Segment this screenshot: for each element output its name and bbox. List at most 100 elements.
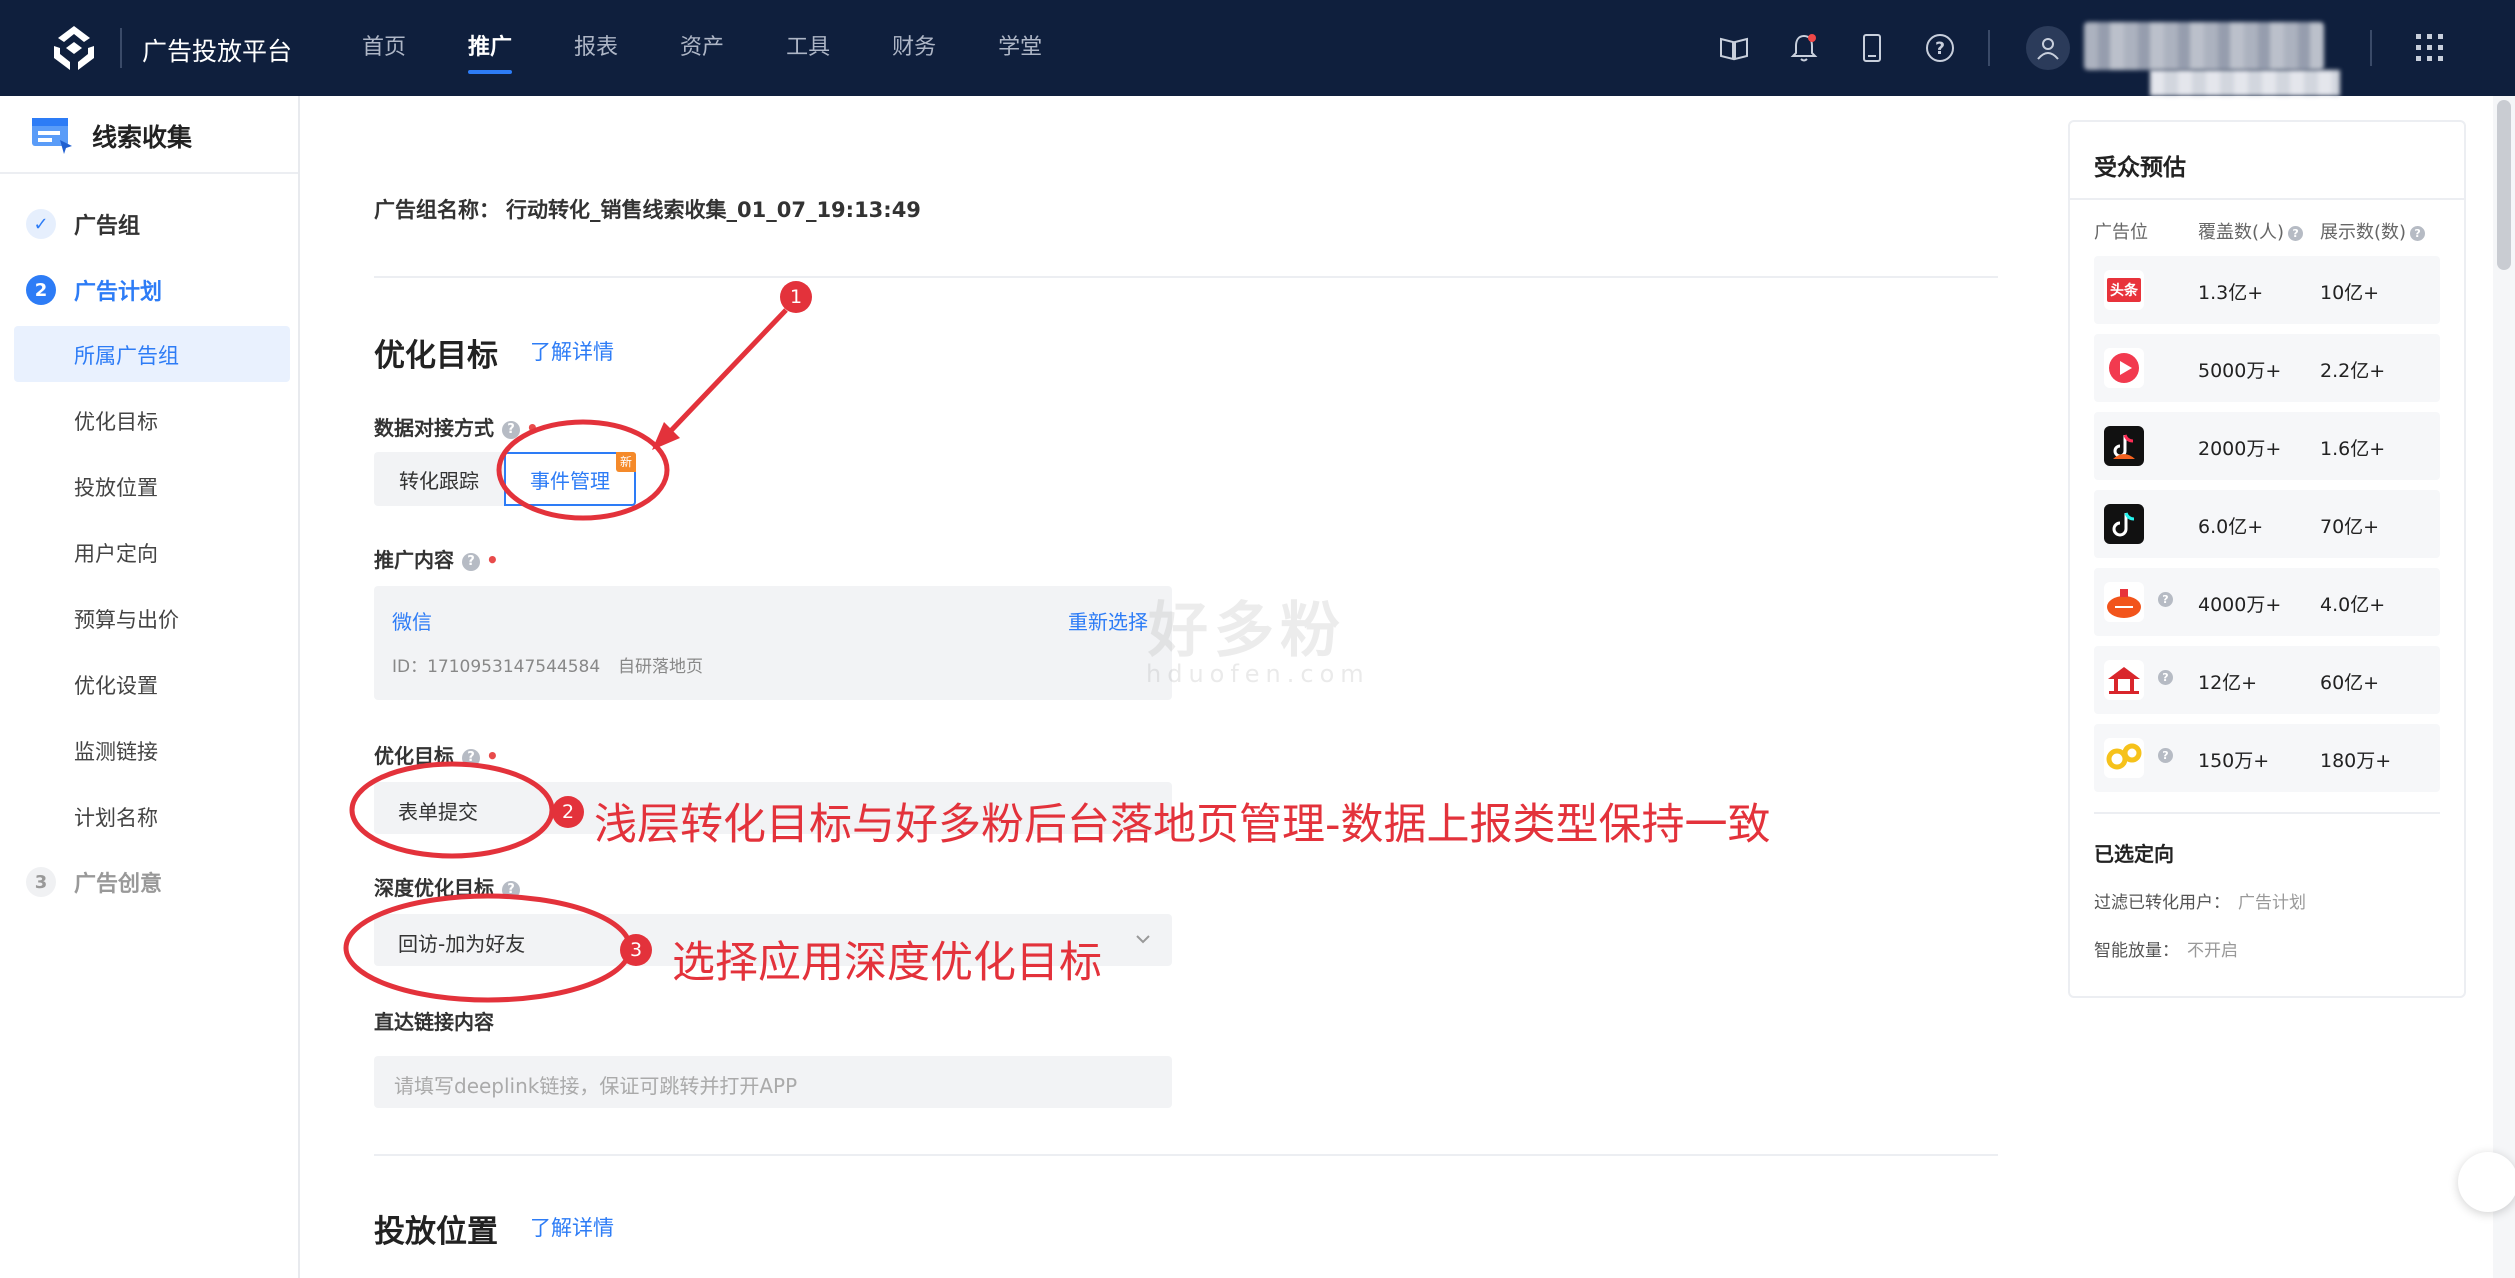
sidebar-item-placement[interactable]: 投放位置: [74, 472, 158, 502]
show-value: 1.6亿+: [2320, 438, 2386, 460]
deeplink-placeholder: 请填写deeplink链接，保证可跳转并打开APP: [394, 1074, 798, 1098]
help-icon[interactable]: ?: [2158, 748, 2173, 763]
nav-finance[interactable]: 财务: [892, 0, 936, 96]
data-method-label: 数据对接方式? •: [374, 412, 539, 441]
deep-goal-label-text: 深度优化目标: [374, 876, 494, 900]
kv-value: 不开启: [2187, 941, 2238, 961]
sidebar-item-targeting[interactable]: 用户定向: [74, 538, 158, 568]
option-event-management[interactable]: 事件管理 新: [504, 452, 636, 506]
step-ad-group[interactable]: ✓ 广告组: [26, 208, 140, 240]
nav-tools[interactable]: 工具: [786, 0, 830, 96]
audience-row: 头条 1.3亿+ 10亿+: [2094, 256, 2440, 324]
learn-more-link[interactable]: 了解详情: [530, 336, 614, 366]
logo-icon[interactable]: [48, 24, 100, 72]
blurred-account: [2150, 70, 2340, 96]
step-ad-plan[interactable]: 2 广告计划: [26, 274, 162, 306]
douyin-icon: [2104, 504, 2144, 544]
col-header-show-text: 展示数(数): [2320, 222, 2407, 243]
divider: [374, 1154, 1998, 1156]
help-icon[interactable]: ?: [2158, 670, 2173, 685]
step-label: 广告计划: [74, 280, 163, 305]
option-label: 事件管理: [530, 468, 610, 493]
placement-learn-more-link[interactable]: 了解详情: [530, 1212, 614, 1242]
new-badge: 新: [616, 452, 636, 472]
sidebar-item-ad-group[interactable]: 所属广告组: [74, 340, 179, 370]
step-label: 广告组: [74, 214, 141, 239]
help-icon[interactable]: ?: [1924, 32, 1956, 64]
chevron-down-icon: [1136, 935, 1150, 944]
sidebar-item-opt-settings[interactable]: 优化设置: [74, 670, 158, 700]
kv-value: 广告计划: [2238, 893, 2306, 913]
sidebar-item-opt-goal[interactable]: 优化目标: [74, 406, 158, 436]
panel-title: 受众预估: [2094, 155, 2186, 181]
top-navbar: 广告投放平台 首页 推广 报表 资产 工具 财务 学堂 ?: [0, 0, 2515, 96]
required-mark: •: [526, 416, 539, 440]
help-icon[interactable]: ?: [2158, 592, 2173, 607]
panel-divider: [2094, 812, 2440, 814]
audience-row: ? 150万+ 180万+: [2094, 724, 2440, 792]
watermark: 好多粉: [1148, 596, 1346, 666]
annotation-badge-1: 1: [780, 281, 812, 313]
apps-grid-icon[interactable]: [2414, 32, 2446, 64]
sidebar-header: 线索收集: [0, 96, 298, 174]
scrollbar-track[interactable]: [2493, 96, 2515, 1278]
selected-targeting-title: 已选定向: [2094, 842, 2174, 866]
blurred-username[interactable]: [2084, 22, 2324, 70]
xigua-icon: [2104, 348, 2144, 388]
user-icon: [2037, 38, 2059, 60]
sidebar-item-plan-name[interactable]: 计划名称: [74, 802, 158, 832]
nav-promote[interactable]: 推广: [468, 0, 513, 96]
annotation-text-3: 选择应用深度优化目标: [672, 938, 1102, 988]
panel-divider: [2070, 198, 2464, 200]
show-value: 70亿+: [2320, 516, 2380, 538]
col-header-show: 展示数(数)?: [2320, 218, 2426, 244]
nav-reports[interactable]: 报表: [574, 0, 618, 96]
nav-academy[interactable]: 学堂: [998, 0, 1042, 96]
step-ad-creative[interactable]: 3 广告创意: [26, 866, 162, 898]
help-icon[interactable]: ?: [462, 552, 480, 571]
bell-icon[interactable]: [1788, 32, 1820, 64]
help-icon[interactable]: ?: [2410, 225, 2426, 241]
help-icon[interactable]: ?: [462, 748, 480, 767]
nav-home[interactable]: 首页: [362, 0, 406, 96]
help-icon[interactable]: ?: [502, 880, 520, 899]
opt-goal-label: 优化目标? •: [374, 740, 499, 769]
audience-row: ? 4000万+ 4.0亿+: [2094, 568, 2440, 636]
deeplink-input[interactable]: 请填写deeplink链接，保证可跳转并打开APP: [374, 1056, 1172, 1108]
show-value: 60亿+: [2320, 672, 2380, 694]
check-icon: ✓: [26, 209, 56, 239]
col-header-cover: 覆盖数(人)?: [2198, 218, 2304, 244]
step-label: 广告创意: [74, 872, 163, 897]
tablet-icon[interactable]: [1856, 32, 1888, 64]
step-number: 2: [26, 275, 56, 305]
lead-form-icon: [32, 118, 72, 154]
audience-row: 6.0亿+ 70亿+: [2094, 490, 2440, 558]
scrollbar-thumb[interactable]: [2497, 100, 2511, 270]
deep-goal-value: 回访-加为好友: [398, 932, 526, 956]
group-name-label: 广告组名称：: [374, 198, 500, 222]
help-icon[interactable]: ?: [2288, 225, 2304, 241]
douyin-fire-icon: [2104, 426, 2144, 466]
watermark-url: hduofen.com: [1146, 660, 1370, 688]
sidebar-item-budget[interactable]: 预算与出价: [74, 604, 179, 634]
book-icon[interactable]: [1718, 32, 1750, 64]
fanqie-icon: [2104, 582, 2144, 622]
filter-converted-row: 过滤已转化用户： 广告计划: [2094, 888, 2306, 913]
toutiao-icon: 头条: [2104, 270, 2144, 310]
help-icon[interactable]: ?: [502, 420, 520, 439]
floating-help-button[interactable]: [2458, 1152, 2515, 1212]
option-conversion-tracking[interactable]: 转化跟踪: [374, 452, 504, 506]
annotation-badge-3: 3: [620, 934, 652, 966]
sidebar-item-tracking[interactable]: 监测链接: [74, 736, 158, 766]
audience-row: 5000万+ 2.2亿+: [2094, 334, 2440, 402]
kv-key: 智能放量：: [2094, 941, 2179, 961]
reselect-link[interactable]: 重新选择: [1068, 606, 1148, 635]
main-nav: 首页 推广 报表 资产 工具 财务 学堂: [362, 0, 1104, 96]
opt-goal-label-text: 优化目标: [374, 744, 454, 768]
cover-value: 6.0亿+: [2198, 516, 2264, 538]
nav-assets[interactable]: 资产: [680, 0, 724, 96]
promo-type: 自研落地页: [618, 657, 703, 677]
promo-channel: 微信: [392, 610, 432, 634]
avatar[interactable]: [2026, 26, 2070, 70]
divider: [374, 276, 1998, 278]
